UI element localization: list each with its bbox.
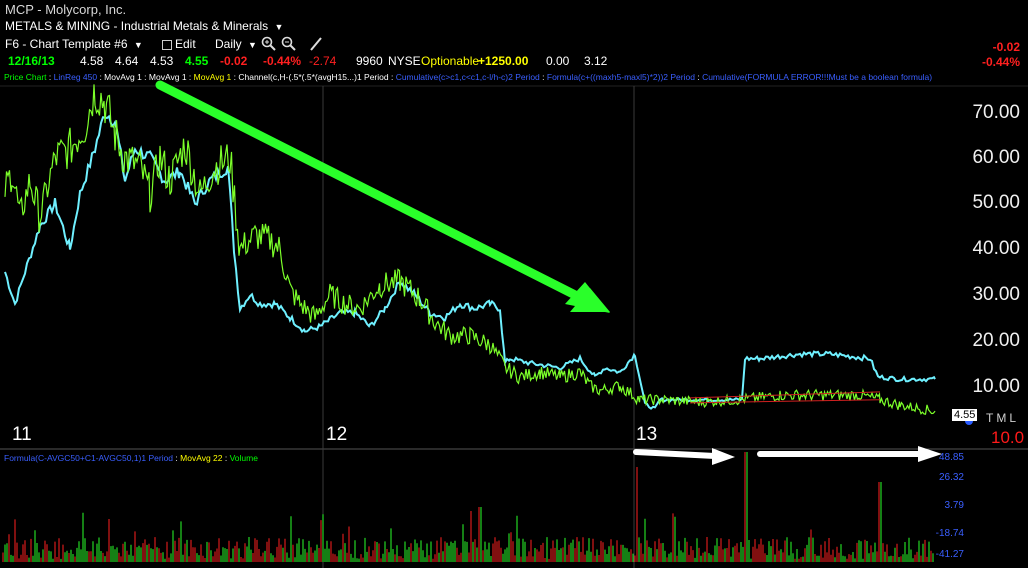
vol-axis-label: -18.74 [935, 528, 964, 539]
cyan-indicator-line [4, 114, 936, 410]
y-axis-label: 30.00 [972, 284, 1020, 305]
trend-arrow-head-fill [565, 282, 610, 313]
price-chart[interactable] [0, 0, 1028, 568]
vol-axis-label: 26.32 [938, 472, 964, 483]
trend-arrow-shaft [155, 80, 590, 305]
vol-axis-label: 3.79 [944, 500, 964, 511]
white-arrow-shaft [633, 449, 718, 459]
legend-segment: Formula(C-AVGC50+C1-AVGC50,1)1 Period [4, 453, 174, 463]
volume-legend[interactable]: Formula(C-AVGC50+C1-AVGC50,1)1 Period : … [4, 453, 258, 463]
legend-segment: : [222, 453, 230, 463]
x-axis-label: 13 [636, 424, 658, 445]
tml-label: TML [986, 411, 1019, 425]
x-axis-label: 11 [12, 424, 32, 445]
white-arrow-head [712, 448, 735, 465]
y-axis-label: 20.00 [972, 330, 1020, 351]
last-value-label: 10.0 [991, 428, 1025, 447]
vol-axis-label: -41.27 [935, 549, 964, 560]
x-axis-label: 12 [326, 424, 348, 445]
y-axis-label: 10.00 [972, 376, 1020, 397]
y-axis-label: 40.00 [972, 238, 1020, 259]
legend-segment: MovAvg 22 [180, 453, 223, 463]
price-line [4, 84, 936, 415]
last-price-chip: 4.55 [952, 409, 978, 421]
legend-segment: Volume [229, 453, 258, 463]
vol-axis-label: 48.85 [938, 452, 964, 463]
y-axis-label: 70.00 [972, 102, 1020, 123]
y-axis-label: 60.00 [972, 147, 1020, 168]
y-axis-label: 50.00 [972, 192, 1020, 213]
